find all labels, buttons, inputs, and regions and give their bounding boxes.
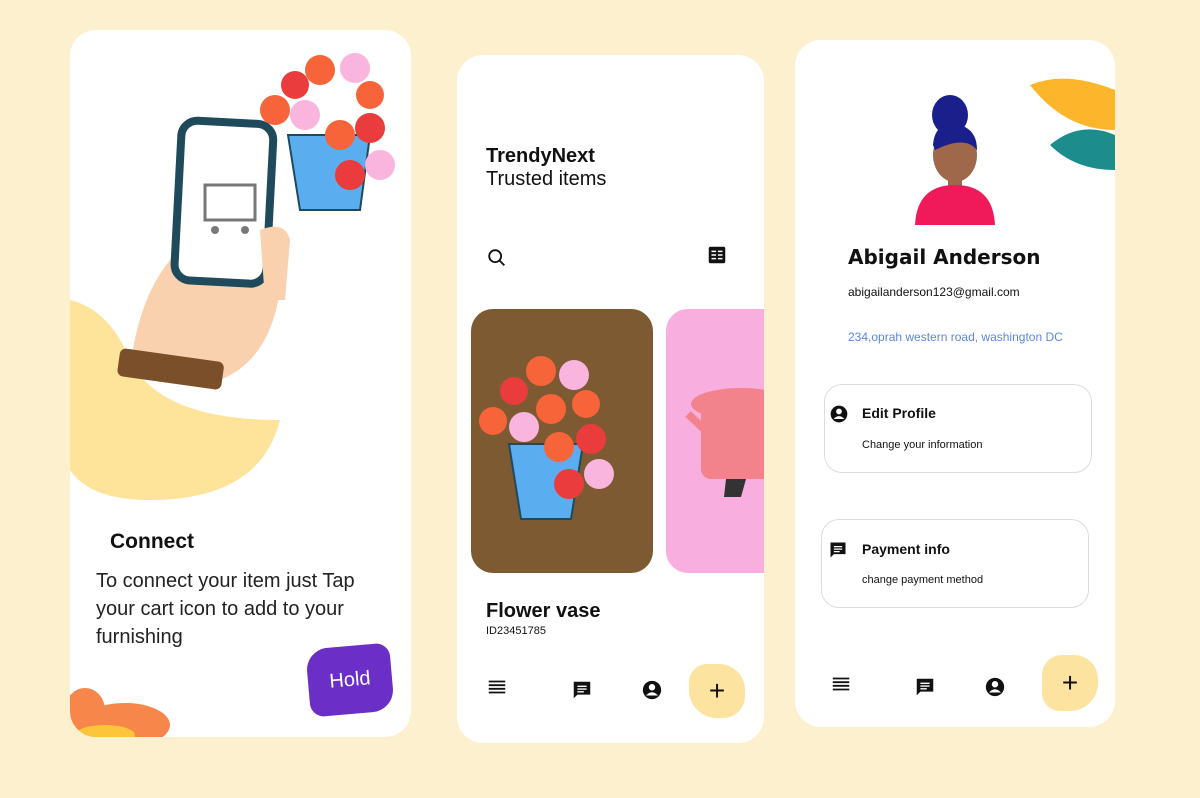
option-subtitle: change payment method [862,574,984,586]
profile-name: Abigail Anderson [848,245,1041,269]
option-title: Payment info [862,541,950,557]
chat-icon[interactable] [914,676,936,698]
brand-name: TrendyNext [486,145,595,167]
option-title: Edit Profile [862,405,936,421]
brand-tagline: Trusted items [486,168,607,190]
pot-image [685,388,764,497]
product-id: ID23451785 [486,625,546,637]
list-view-icon[interactable] [706,244,728,266]
menu-icon[interactable] [486,676,508,698]
add-button[interactable]: + [1042,655,1098,711]
payment-info-option[interactable]: Payment info change payment method [821,519,1089,608]
menu-icon[interactable] [830,673,852,695]
option-subtitle: Change your information [862,439,983,451]
edit-profile-option[interactable]: Edit Profile Change your information [824,384,1092,473]
shop-screen: TrendyNext Trusted items Flower vase ID2… [457,55,764,743]
add-button[interactable]: + [689,664,745,718]
search-icon[interactable] [486,247,508,269]
onboarding-description: To connect your item just Tap your cart … [96,570,355,648]
account-icon[interactable] [641,679,663,701]
avatar [915,95,995,225]
profile-screen: Abigail Anderson abigailanderson123@gmai… [795,40,1115,727]
hold-button[interactable]: Hold [305,642,395,718]
onboarding-title: Connect [110,530,194,553]
account-icon [830,405,848,423]
onboarding-screen: Connect To connect your item just Tap yo… [70,30,411,737]
profile-email: abigailanderson123@gmail.com [848,285,1020,299]
chat-icon [830,542,846,558]
leaf-decoration [1030,78,1115,170]
account-icon[interactable] [984,676,1006,698]
hand-phone-illustration [70,53,395,500]
leaf-decoration [70,688,170,737]
product-name: Flower vase [486,600,601,622]
product-card-pot[interactable] [666,309,764,573]
product-card-flower-vase[interactable] [471,309,653,573]
chat-icon[interactable] [571,679,593,701]
profile-address: 234,oprah western road, washington DC [848,330,1063,344]
flower-vase-image [479,356,614,520]
